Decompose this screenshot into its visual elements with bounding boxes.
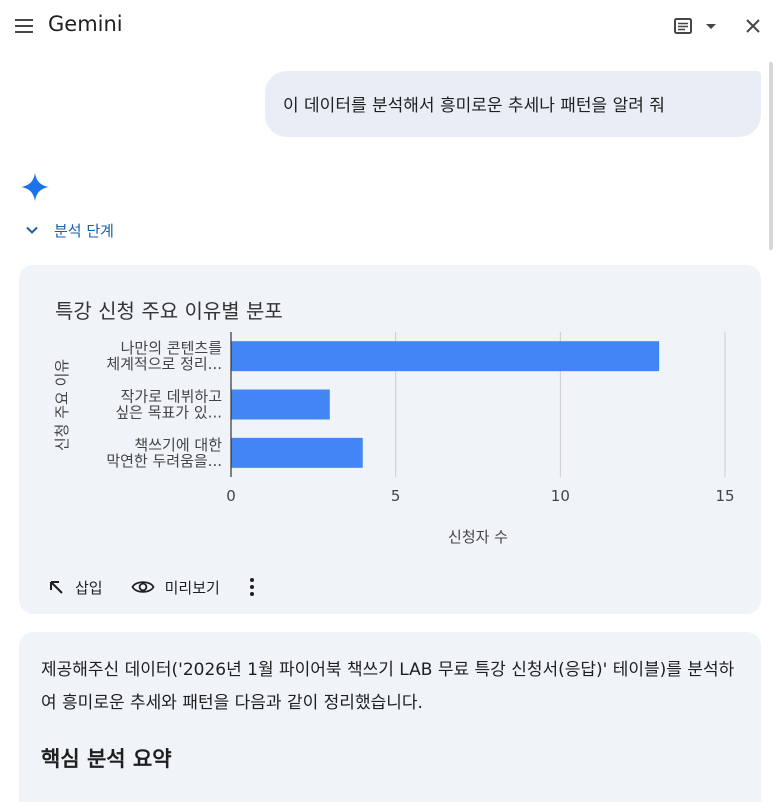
- insert-label: 삽입: [75, 578, 103, 597]
- top-bar: Gemini: [0, 0, 773, 52]
- analysis-steps-toggle[interactable]: 분석 단계: [24, 218, 114, 242]
- preview-label: 미리보기: [164, 578, 220, 597]
- close-icon[interactable]: [741, 14, 765, 38]
- analysis-steps-label: 분석 단계: [54, 221, 114, 240]
- x-tick-label: 5: [391, 487, 401, 505]
- bar[interactable]: [231, 341, 660, 372]
- user-message-text: 이 데이터를 분석해서 흥미로운 추세나 패턴을 알려 줘: [283, 96, 665, 116]
- bar[interactable]: [231, 389, 330, 420]
- more-vert-icon: [249, 578, 254, 596]
- x-tick-label: 15: [715, 487, 734, 505]
- y-axis-title: 신청 주요 이유: [53, 359, 71, 452]
- app-title: Gemini: [48, 12, 123, 36]
- menu-icon[interactable]: [12, 14, 36, 38]
- x-tick-label: 0: [226, 487, 236, 505]
- user-message-bubble: 이 데이터를 분석해서 흥미로운 추세나 패턴을 알려 줘: [265, 71, 761, 137]
- bar[interactable]: [231, 437, 363, 468]
- eye-icon: [131, 581, 155, 593]
- more-options-button[interactable]: [248, 577, 266, 597]
- x-axis-title: 신청자 수: [448, 528, 508, 546]
- insert-button[interactable]: 삽입: [47, 577, 103, 598]
- y-tick-label: 막연한 두려움을...: [106, 452, 222, 470]
- scrollbar[interactable]: [769, 62, 773, 250]
- preview-button[interactable]: 미리보기: [131, 577, 220, 598]
- notes-view-icon[interactable]: [671, 14, 695, 38]
- section-heading: 핵심 분석 요약: [41, 747, 172, 771]
- bar-chart: 특강 신청 주요 이유별 분포 나만의 콘텐츠를체계적으로 정리...작가로 데…: [53, 299, 735, 546]
- gemini-spark-icon: [20, 172, 50, 202]
- y-tick-label: 싶은 목표가 있...: [115, 404, 222, 422]
- response-paragraph: 제공해주신 데이터('2026년 1월 파이어북 책쓰기 LAB 무료 특강 신…: [41, 660, 735, 713]
- arrow-up-left-icon: [50, 581, 63, 594]
- y-tick-label: 체계적으로 정리...: [106, 355, 222, 373]
- caret-down-icon[interactable]: [703, 16, 719, 36]
- chart-actions: 삽입 미리보기: [47, 572, 294, 602]
- x-tick-label: 10: [551, 487, 570, 505]
- chevron-down-icon: [26, 226, 38, 234]
- response-card: 제공해주신 데이터('2026년 1월 파이어북 책쓰기 LAB 무료 특강 신…: [19, 632, 761, 802]
- chart-card: 특강 신청 주요 이유별 분포 나만의 콘텐츠를 체계적으로 정리... 작가로 데…: [19, 265, 761, 614]
- chart-title: 특강 신청 주요 이유별 분포: [55, 299, 283, 323]
